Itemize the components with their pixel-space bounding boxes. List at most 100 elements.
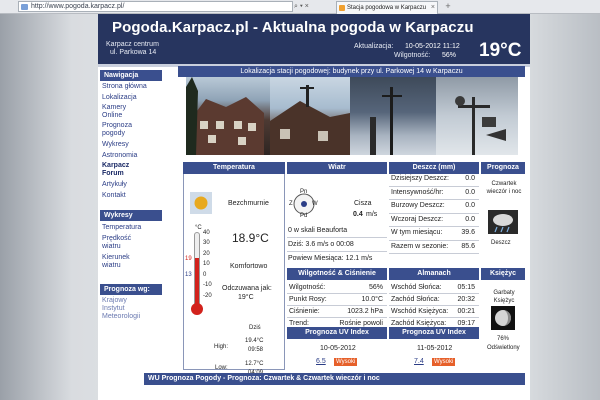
- humidity-row-value: Rośnie powoli: [339, 320, 383, 327]
- uv-value-today[interactable]: 6.5: [316, 358, 326, 365]
- forecast-box-header: Prognoza: [481, 162, 525, 174]
- current-temperature: 19°C: [479, 40, 522, 61]
- temp-feels-label: Odczuwana jak:: [222, 285, 272, 292]
- new-tab-button[interactable]: +: [442, 1, 454, 13]
- rain-row-divider: [389, 239, 479, 241]
- rain-cloud-icon: [488, 210, 518, 234]
- humidity-value: 56%: [442, 52, 457, 59]
- rain-row-divider: [389, 253, 479, 254]
- almanac-row-value: 05:15: [457, 284, 475, 291]
- photo-roof[interactable]: [270, 77, 350, 155]
- compass-north: Pn: [300, 189, 308, 195]
- address-controls[interactable]: ⌕ ▾ ×: [294, 1, 334, 12]
- wind-beaufort: 0 w skali Beauforta: [288, 227, 348, 234]
- moon-phase: Garbaty Księżyc: [493, 290, 515, 304]
- forecast-label: Czwartek wieczór i noc: [486, 181, 522, 195]
- uv-date-tomorrow: 11-05-2012: [417, 345, 453, 352]
- site-header: Pogoda.Karpacz.pl - Aktualna pogoda w Ka…: [98, 14, 530, 64]
- almanac-row-value: 09:17: [457, 320, 475, 327]
- wind-speed: 0.4: [353, 211, 363, 218]
- photo-mast[interactable]: [350, 77, 436, 155]
- nav-item-astronomia[interactable]: Astronomia: [102, 152, 162, 160]
- high-label: High:: [214, 344, 229, 350]
- nav-item-kamery-online[interactable]: Kamery Online: [102, 104, 142, 120]
- photo-weather-station[interactable]: [436, 77, 518, 155]
- moon-header: Księżyc: [481, 268, 525, 280]
- screen: http://www.pogoda.karpacz.pl/ ⌕ ▾ × Stac…: [0, 0, 600, 400]
- nav-item-strona-glowna[interactable]: Strona główna: [102, 83, 162, 91]
- location-line-1: Karpacz centrum: [106, 41, 159, 48]
- wu-forecast-bar: WU Prognoza Pogody - Prognoza: Czwartek …: [144, 373, 525, 385]
- thermo-min-marker: 13: [185, 272, 192, 278]
- tab-close-icon[interactable]: ×: [431, 2, 435, 14]
- nav-header: Nawigacja: [100, 70, 162, 81]
- forecast-condition: Deszcz: [491, 240, 511, 246]
- thermo-tick: 0: [203, 272, 207, 278]
- rain-row-divider: [389, 212, 479, 214]
- thermo-tick: 30: [203, 240, 210, 246]
- nav-item-wykresy[interactable]: Wykresy: [102, 141, 162, 149]
- almanac-row-divider: [389, 305, 479, 306]
- chart-item-predkosc-wiatru[interactable]: Prędkość wiatru: [102, 235, 142, 251]
- update-label: Aktualizacja:: [354, 43, 394, 50]
- update-value: 10-05-2012 11:12: [405, 43, 460, 50]
- tab-title: Stacja pogodowa w Karpaczu: [347, 5, 427, 11]
- uv-header-today: Prognoza UV Index: [287, 327, 387, 339]
- low-value: 12.7°C: [245, 361, 264, 367]
- photo-building[interactable]: [186, 77, 270, 155]
- almanac-row-divider: [389, 293, 479, 294]
- moon-percent: 76%: [497, 336, 510, 342]
- forecast-item-kim[interactable]: Krajowy Instytut Meteorologii: [102, 297, 146, 321]
- high-value: 19.4°C: [245, 338, 264, 344]
- rain-header: Deszcz (mm): [389, 162, 479, 174]
- compass-west: Z: [289, 201, 293, 207]
- humidity-box-header: Wilgotność & Ciśnienie: [287, 268, 387, 280]
- temp-box-border-right: [284, 174, 285, 370]
- sun-icon: [190, 192, 212, 214]
- uv-header-tomorrow: Prognoza UV Index: [389, 327, 479, 339]
- temp-box-border-bottom: [183, 369, 285, 370]
- nav-item-lokalizacja[interactable]: Lokalizacja: [102, 94, 162, 102]
- thermo-unit: °C: [195, 225, 202, 231]
- tab-favicon-icon: [339, 5, 345, 11]
- almanac-row-value: 20:32: [457, 296, 475, 303]
- nav-item-prognoza-pogody[interactable]: Prognoza pogody: [102, 122, 142, 138]
- address-bar[interactable]: http://www.pogoda.karpacz.pl/: [18, 1, 293, 12]
- thermometer-bulb: [191, 303, 203, 315]
- wind-divider: [287, 251, 387, 252]
- chart-item-temperatura[interactable]: Temperatura: [102, 224, 162, 232]
- humidity-row-value: 56%: [368, 284, 383, 291]
- nav-item-kontakt[interactable]: Kontakt: [102, 192, 162, 200]
- uv-value-tomorrow[interactable]: 7.4: [414, 358, 424, 365]
- rain-row-divider: [389, 199, 479, 200]
- nav-item-karpacz-forum[interactable]: Karpacz Forum: [102, 162, 142, 178]
- wind-today: Dziś: 3.6 m/s o 00:08: [288, 241, 354, 248]
- thermo-tick: -20: [203, 293, 212, 299]
- humidity-row-divider: [287, 293, 387, 294]
- moon-percent-label: Odświetlony: [487, 345, 520, 351]
- web-page: Pogoda.Karpacz.pl - Aktualna pogoda w Ka…: [98, 14, 530, 400]
- rain-row-value: 0.0: [465, 202, 475, 209]
- rain-row-value: 0.0: [465, 188, 475, 196]
- almanac-header: Almanach: [389, 268, 479, 280]
- chart-item-kierunek-wiatru[interactable]: Kierunek wiatru: [102, 254, 142, 270]
- tab-stacja-pogodowa[interactable]: Stacja pogodowa w Karpaczu ×: [336, 1, 438, 14]
- address-url: http://www.pogoda.karpacz.pl/: [31, 3, 125, 10]
- temp-value: 18.9°C: [232, 231, 269, 245]
- rain-row-divider: [389, 226, 479, 227]
- site-title[interactable]: Pogoda.Karpacz.pl - Aktualna pogoda w Ka…: [112, 19, 474, 36]
- humidity-row-value: 10.0°C: [361, 296, 383, 303]
- nav-item-artykuly[interactable]: Artykuły: [102, 181, 162, 189]
- humidity-label: Wilgotność:: [394, 52, 431, 59]
- humidity-row-divider: [287, 305, 387, 306]
- wind-monthly: Powiew Miesiąca: 12.1 m/s: [288, 255, 373, 262]
- thermo-max-marker: 19: [185, 256, 192, 262]
- thermo-tick: 10: [203, 261, 210, 267]
- wind-calm: Cisza: [354, 200, 372, 207]
- moon-icon: [491, 306, 515, 330]
- rain-row-value: 85.6: [461, 242, 475, 250]
- low-label: Low:: [215, 365, 228, 371]
- wind-header: Wiatr: [287, 162, 387, 174]
- page-icon: [21, 4, 28, 10]
- temp-box-border-left: [183, 174, 184, 370]
